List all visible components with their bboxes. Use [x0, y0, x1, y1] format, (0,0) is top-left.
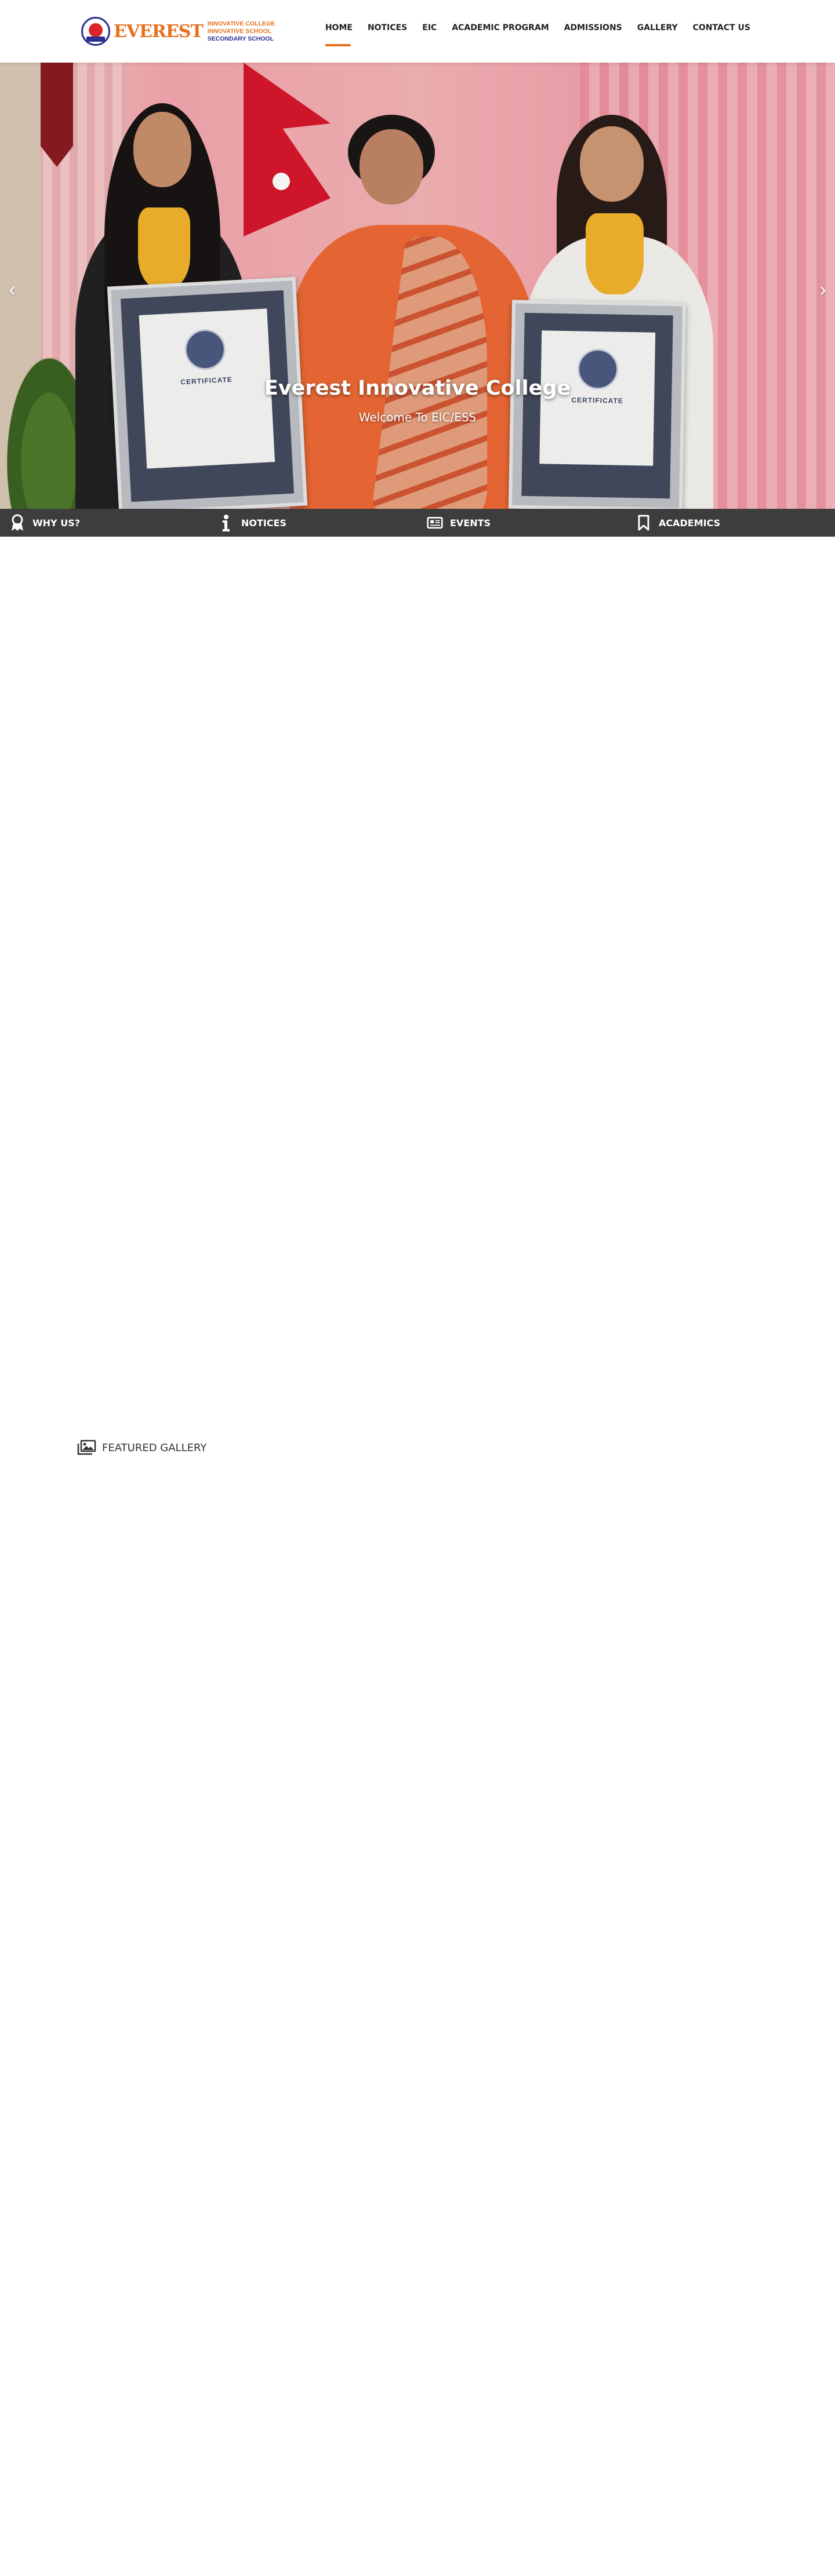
- nav-item-notices[interactable]: NOTICES: [360, 22, 415, 34]
- logo-line: SECONDARY SCHOOL: [207, 35, 274, 42]
- quick-link-label: NOTICES: [241, 517, 287, 529]
- nav-item-home[interactable]: HOME: [318, 22, 360, 46]
- logo-line: INNOVATIVE COLLEGE: [207, 20, 275, 27]
- hero-overlay: [0, 63, 835, 513]
- chevron-right-icon[interactable]: ›: [814, 278, 832, 301]
- hero-slider: CERTIFICATE CERTIFICATE Everest Innovati…: [0, 63, 835, 513]
- crest-icon: [81, 17, 110, 46]
- award-icon: [9, 513, 26, 532]
- site-logo[interactable]: EVEREST INNOVATIVE COLLEGE INNOVATIVE SC…: [81, 15, 275, 48]
- bookmark-icon: [636, 513, 652, 532]
- quick-link-label: EVENTS: [450, 517, 491, 529]
- main-nav: HOME NOTICES EIC ACADEMIC PROGRAM ADMISS…: [318, 22, 758, 46]
- chevron-left-icon[interactable]: ‹: [3, 278, 21, 301]
- featured-gallery-label: FEATURED GALLERY: [102, 1441, 207, 1454]
- images-icon: [77, 1440, 96, 1456]
- quick-link-why-us[interactable]: WHY US?: [0, 509, 209, 537]
- logo-wordmark: EVEREST: [114, 21, 204, 42]
- quick-link-label: ACADEMICS: [659, 517, 721, 529]
- nav-item-contact-us[interactable]: CONTACT US: [685, 22, 758, 34]
- quick-link-notices[interactable]: NOTICES: [209, 509, 418, 537]
- nav-item-academic-program[interactable]: ACADEMIC PROGRAM: [444, 22, 556, 34]
- featured-gallery-heading: FEATURED GALLERY: [77, 1439, 206, 1456]
- info-icon: [218, 513, 234, 532]
- quick-links-bar: WHY US? NOTICES EVENTS ACADEMICS: [0, 509, 835, 537]
- quick-link-academics[interactable]: ACADEMICS: [626, 509, 835, 537]
- newspaper-icon: [427, 513, 443, 532]
- hero-title: Everest Innovative College: [264, 377, 571, 400]
- quick-link-label: WHY US?: [32, 517, 80, 529]
- nav-item-admissions[interactable]: ADMISSIONS: [557, 22, 630, 34]
- logo-line: INNOVATIVE SCHOOL: [207, 27, 272, 35]
- nav-item-gallery[interactable]: GALLERY: [630, 22, 685, 34]
- nav-item-eic[interactable]: EIC: [415, 22, 444, 34]
- site-header: EVEREST INNOVATIVE COLLEGE INNOVATIVE SC…: [0, 0, 835, 63]
- hero-subtitle: Welcome To EIC/ESS: [358, 410, 477, 424]
- quick-link-events[interactable]: EVENTS: [418, 509, 626, 537]
- logo-subtitle-lines: INNOVATIVE COLLEGE INNOVATIVE SCHOOL SEC…: [208, 20, 275, 43]
